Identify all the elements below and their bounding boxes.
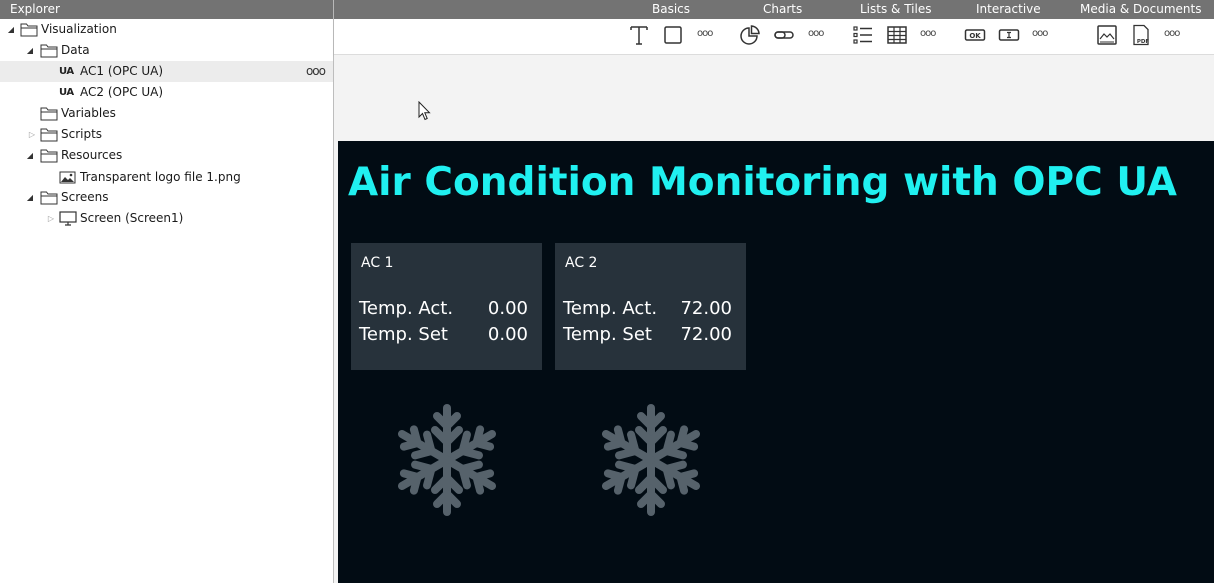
tree-item-ac1[interactable]: UA AC1 (OPC UA) ooo — [0, 61, 333, 82]
expand-arrow-icon[interactable]: ◢ — [6, 19, 16, 40]
list-tool-icon[interactable] — [852, 24, 874, 46]
tree-item-data[interactable]: ◢ Data — [0, 40, 333, 61]
tree-item-label: Screens — [61, 190, 109, 204]
tree-item-label: Variables — [61, 106, 116, 120]
rectangle-tool-icon[interactable] — [662, 24, 684, 46]
tree-item-label: Visualization — [41, 22, 117, 36]
snowflake-icon[interactable] — [395, 403, 499, 517]
text-tool-icon[interactable] — [628, 24, 650, 46]
expand-arrow-icon[interactable]: ◢ — [25, 145, 35, 166]
mouse-cursor-icon — [418, 101, 431, 121]
tree-item-label: AC1 (OPC UA) — [80, 64, 164, 78]
pie-chart-tool-icon[interactable] — [739, 24, 761, 46]
tree-item-label: Transparent logo file 1.png — [80, 170, 241, 184]
tree-item-screen1[interactable]: ▷ Screen (Screen1) — [0, 208, 333, 229]
folder-icon — [40, 107, 58, 121]
opc-ua-icon: UA — [59, 87, 74, 98]
tree-item-visualization[interactable]: ◢ Visualization — [0, 19, 333, 40]
tree-item-screens[interactable]: ◢ Screens — [0, 187, 333, 208]
opc-ua-icon: UA — [59, 66, 74, 77]
table-tool-icon[interactable] — [886, 24, 908, 46]
collapse-arrow-icon[interactable]: ▷ — [46, 208, 56, 229]
tree-item-logo-file[interactable]: Transparent logo file 1.png — [0, 167, 333, 188]
button-tool-icon[interactable]: OK — [964, 24, 986, 46]
temp-act-label: Temp. Act. — [563, 298, 658, 319]
tree-item-label: AC2 (OPC UA) — [80, 85, 164, 99]
input-field-tool-icon[interactable] — [998, 24, 1020, 46]
pdf-tool-icon[interactable]: PDF — [1130, 24, 1152, 46]
folder-icon — [40, 128, 58, 142]
tab-interactive[interactable]: Interactive — [976, 0, 1041, 19]
tree-item-label: Data — [61, 43, 90, 57]
basics-more-button[interactable]: ooo — [697, 28, 713, 39]
folder-icon — [20, 23, 38, 37]
ac1-card[interactable]: AC 1 Temp. Act. 0.00 Temp. Set 0.00 — [351, 243, 542, 370]
card-title: AC 1 — [361, 255, 394, 271]
widget-category-bar: Basics Charts Lists & Tiles Interactive … — [334, 0, 1214, 19]
tab-basics[interactable]: Basics — [652, 0, 690, 19]
tree-item-resources[interactable]: ◢ Resources — [0, 145, 333, 166]
interactive-more-button[interactable]: ooo — [1032, 28, 1048, 39]
tree-item-variables[interactable]: Variables — [0, 103, 333, 124]
folder-icon — [40, 191, 58, 205]
tab-lists-tiles[interactable]: Lists & Tiles — [860, 0, 931, 19]
explorer-header: Explorer — [0, 0, 333, 19]
button-tool-text: OK — [969, 32, 981, 40]
expand-arrow-icon[interactable]: ◢ — [25, 187, 35, 208]
tab-charts[interactable]: Charts — [763, 0, 802, 19]
tab-media-documents[interactable]: Media & Documents — [1080, 0, 1201, 19]
folder-icon — [40, 149, 58, 163]
image-tool-icon[interactable] — [1096, 24, 1118, 46]
more-options-button[interactable]: ooo — [306, 61, 326, 82]
explorer-title: Explorer — [10, 2, 60, 16]
temp-act-label: Temp. Act. — [359, 298, 454, 319]
lists-more-button[interactable]: ooo — [920, 28, 936, 39]
explorer-panel: Explorer ◢ Visualization ◢ Data UA AC1 (… — [0, 0, 334, 583]
pdf-tool-text: PDF — [1137, 39, 1150, 45]
charts-more-button[interactable]: ooo — [808, 28, 824, 39]
collapse-arrow-icon[interactable]: ▷ — [27, 124, 37, 145]
tree-item-scripts[interactable]: ▷ Scripts — [0, 124, 333, 145]
screen-title[interactable]: Air Condition Monitoring with OPC UA — [348, 160, 1177, 205]
temp-act-value: 72.00 — [680, 298, 732, 319]
temp-act-value: 0.00 — [487, 298, 528, 319]
temp-set-label: Temp. Set — [359, 324, 448, 345]
temp-set-value: 72.00 — [680, 324, 732, 345]
temp-set-value: 0.00 — [487, 324, 528, 345]
image-icon — [59, 171, 76, 184]
temp-set-label: Temp. Set — [563, 324, 652, 345]
snowflake-icon[interactable] — [599, 403, 703, 517]
media-more-button[interactable]: ooo — [1164, 28, 1180, 39]
tree-item-label: Scripts — [61, 127, 103, 141]
tree-item-label: Resources — [61, 148, 123, 162]
folder-icon — [40, 44, 58, 58]
card-title: AC 2 — [565, 255, 598, 271]
expand-arrow-icon[interactable]: ◢ — [25, 40, 35, 61]
progress-bar-tool-icon[interactable] — [773, 24, 795, 46]
monitor-icon — [59, 211, 77, 226]
tree-item-label: Screen (Screen1) — [80, 211, 184, 225]
tree-item-ac2[interactable]: UA AC2 (OPC UA) — [0, 82, 333, 103]
ac2-card[interactable]: AC 2 Temp. Act. 72.00 Temp. Set 72.00 — [555, 243, 746, 370]
